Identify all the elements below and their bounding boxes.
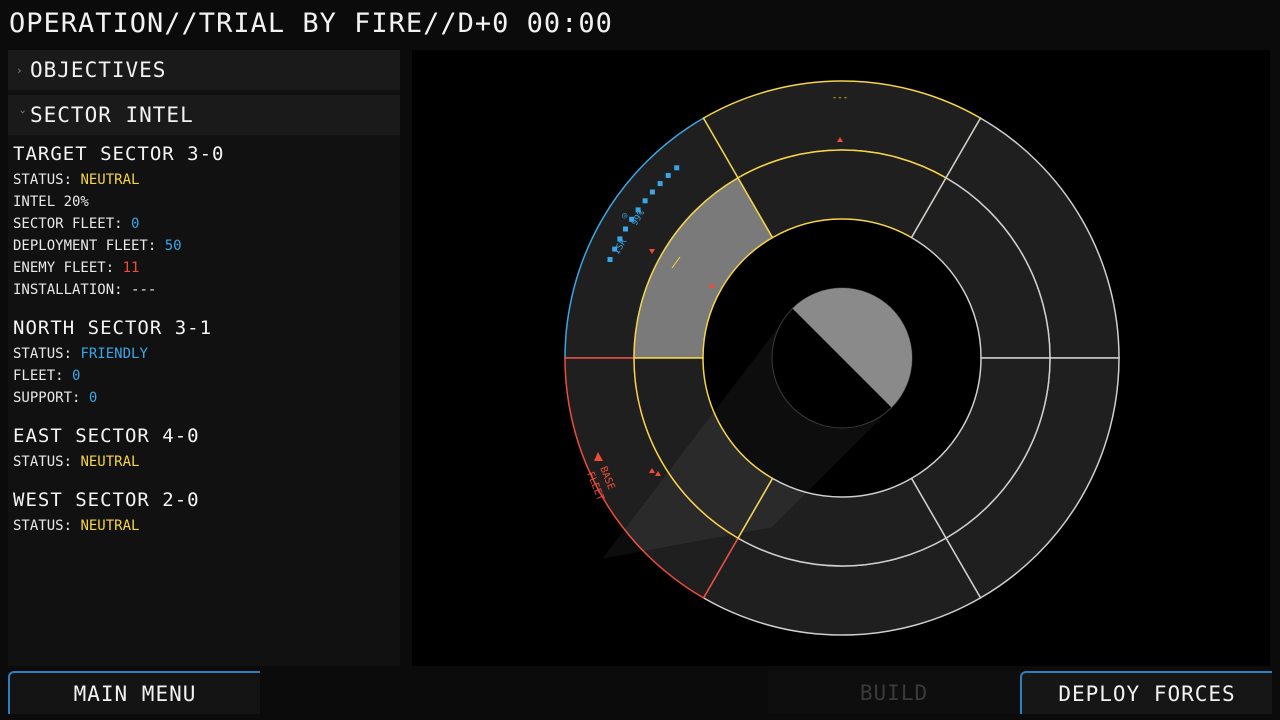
left-panel: › OBJECTIVES › SECTOR INTEL TARGET SECTO… — [8, 50, 400, 666]
isr-bar — [623, 226, 628, 232]
fleet-value: 0 — [72, 368, 81, 384]
target-intel-row: INTEL 20% — [13, 194, 89, 210]
west-sector-title: WEST SECTOR 2-0 — [13, 489, 200, 511]
isr-bar — [642, 198, 648, 204]
north-sector-block: NORTH SECTOR 3-1 STATUS: FRIENDLY FLEET:… — [13, 317, 400, 409]
status-label: STATUS: — [13, 346, 73, 362]
north-status-row: STATUS: FRIENDLY — [13, 343, 400, 365]
status-label: STATUS: — [13, 518, 73, 534]
sector-nw-inner[interactable] — [736, 149, 948, 239]
target-enemy-fleet-row: ENEMY FLEET: 11 — [13, 257, 400, 279]
deployment-fleet-label: DEPLOYMENT FLEET: — [13, 238, 157, 254]
deployment-fleet-value: 50 — [164, 238, 182, 254]
build-button[interactable]: BUILD — [768, 671, 1020, 714]
status-value: NEUTRAL — [80, 172, 140, 188]
isr-bar — [665, 173, 671, 178]
sector-intel-header[interactable]: › SECTOR INTEL — [8, 95, 400, 135]
target-installation-row: INSTALLATION: --- — [13, 279, 400, 301]
chevron-down-icon: › — [16, 108, 30, 115]
support-label: SUPPORT: — [13, 390, 81, 406]
target-sector-block: TARGET SECTOR 3-0 STATUS: NEUTRAL INTEL … — [13, 143, 400, 301]
support-value: 0 — [88, 390, 98, 406]
sector-intel-content: TARGET SECTOR 3-0 STATUS: NEUTRAL INTEL … — [8, 135, 400, 537]
east-sector-title: EAST SECTOR 4-0 — [13, 425, 200, 447]
isr-bar — [649, 189, 655, 195]
east-status-row: STATUS: NEUTRAL — [13, 451, 400, 473]
installation-value: --- — [131, 282, 157, 298]
west-status-row: STATUS: NEUTRAL — [13, 515, 400, 537]
status-value: NEUTRAL — [80, 518, 140, 534]
fleet-label: FLEET: — [13, 368, 64, 384]
sector-intel-label: SECTOR INTEL — [30, 103, 194, 127]
status-label: STATUS: — [13, 172, 73, 188]
objectives-label: OBJECTIVES — [30, 58, 167, 82]
sector-fleet-label: SECTOR FLEET: — [13, 216, 123, 232]
main-menu-button[interactable]: MAIN MENU — [8, 671, 260, 714]
target-deployment-fleet-row: DEPLOYMENT FLEET: 50 — [13, 235, 400, 257]
installation-label: INSTALLATION: — [13, 282, 123, 298]
isr-bar — [674, 165, 680, 171]
sector-ring-map: ISR 99% ◎ --- BASE FLEET — [564, 80, 1120, 636]
target-status-row: STATUS: NEUTRAL — [13, 169, 400, 191]
enemy-fleet-label: ENEMY FLEET: — [13, 260, 115, 276]
page-title: OPERATION//TRIAL BY FIRE//D+0 00:00 — [9, 8, 613, 39]
west-sector-block: WEST SECTOR 2-0 STATUS: NEUTRAL — [13, 489, 400, 537]
isr-bar — [607, 257, 613, 262]
target-sector-fleet-row: SECTOR FLEET: 0 — [13, 213, 400, 235]
chevron-right-icon: › — [16, 63, 23, 77]
isr-icon: ◎ — [622, 211, 628, 221]
objectives-header[interactable]: › OBJECTIVES — [8, 50, 400, 90]
status-value: NEUTRAL — [80, 454, 140, 470]
sector-fleet-value: 0 — [131, 216, 140, 232]
isr-bar — [657, 181, 663, 187]
top-marker: --- — [832, 93, 848, 103]
north-sector-title: NORTH SECTOR 3-1 — [13, 317, 213, 339]
north-fleet-row: FLEET: 0 — [13, 365, 400, 387]
status-label: STATUS: — [13, 454, 73, 470]
deploy-forces-button[interactable]: DEPLOY FORCES — [1020, 671, 1272, 714]
target-sector-title: TARGET SECTOR 3-0 — [13, 143, 225, 165]
sector-map: ISR 99% ◎ --- BASE FLEET — [412, 50, 1270, 666]
enemy-fleet-value: 11 — [122, 260, 140, 276]
east-sector-block: EAST SECTOR 4-0 STATUS: NEUTRAL — [13, 425, 400, 473]
status-value: FRIENDLY — [80, 346, 148, 362]
north-support-row: SUPPORT: 0 — [13, 387, 400, 409]
